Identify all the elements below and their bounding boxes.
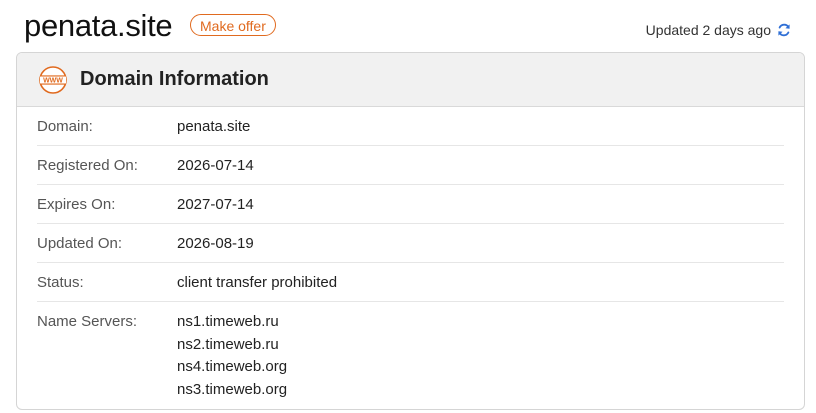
www-icon: WWW xyxy=(38,65,68,95)
row-value: penata.site xyxy=(177,118,251,135)
updated-status: Updated 2 days ago xyxy=(646,22,792,38)
updated-text: Updated 2 days ago xyxy=(645,22,771,38)
domain-info-card: WWW Domain Information Domain: penata.si… xyxy=(16,52,805,410)
refresh-icon[interactable] xyxy=(776,22,792,38)
row-updated-on: Updated On: 2026-08-19 xyxy=(37,224,784,263)
name-server-item: ns3.timeweb.org xyxy=(177,380,288,398)
row-value: 2026-07-14 xyxy=(177,157,254,174)
row-label: Domain: xyxy=(37,118,93,135)
row-name-servers: Name Servers: ns1.timeweb.ru ns2.timeweb… xyxy=(37,302,784,401)
name-server-item: ns2.timeweb.ru xyxy=(177,335,279,353)
row-status: Status: client transfer prohibited xyxy=(37,263,784,302)
name-server-item: ns1.timeweb.ru xyxy=(177,313,279,330)
row-label: Updated On: xyxy=(37,235,123,252)
name-server-item: ns4.timeweb.org xyxy=(177,358,288,375)
row-label: Registered On: xyxy=(37,157,138,174)
page: penata.site Make offer Updated 2 days ag… xyxy=(0,0,816,413)
info-rows: Domain: penata.site Registered On: 2026-… xyxy=(17,107,804,401)
row-value: client transfer prohibited xyxy=(177,274,338,291)
page-header: penata.site Make offer Updated 2 days ag… xyxy=(24,6,800,46)
row-value: 2026-08-19 xyxy=(177,235,254,252)
svg-text:WWW: WWW xyxy=(43,77,63,84)
row-value: 2027-07-14 xyxy=(177,196,254,213)
row-label: Status: xyxy=(37,274,84,291)
site-title: penata.site xyxy=(24,8,173,43)
card-title: Domain Information xyxy=(80,68,269,90)
make-offer-button[interactable]: Make offer xyxy=(190,14,276,36)
row-registered-on: Registered On: 2026-07-14 xyxy=(37,146,784,185)
row-domain: Domain: penata.site xyxy=(37,107,784,146)
name-server-list: ns1.timeweb.ru ns2.timeweb.ru ns4.timewe… xyxy=(177,302,287,401)
row-label: Name Servers: xyxy=(37,313,138,330)
row-label: Expires On: xyxy=(37,196,116,213)
row-expires-on: Expires On: 2027-07-14 xyxy=(37,185,784,224)
card-header: WWW Domain Information xyxy=(17,53,804,107)
